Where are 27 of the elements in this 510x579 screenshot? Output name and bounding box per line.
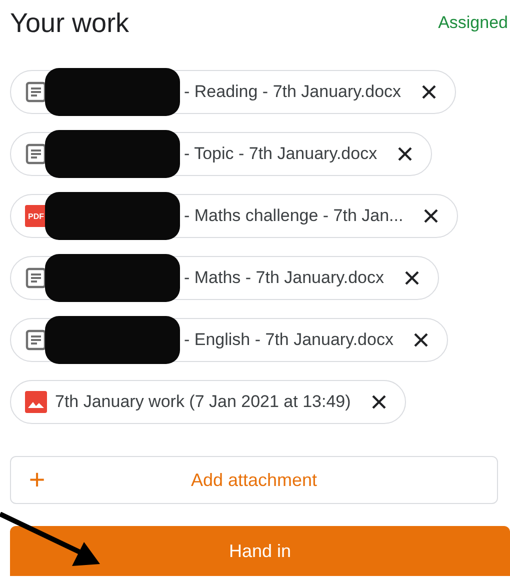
attachment-name: 7th January work (7 Jan 2021 at 13:49) bbox=[55, 392, 351, 412]
attachment-name: - Reading - 7th January.docx bbox=[184, 82, 402, 102]
document-icon bbox=[25, 143, 47, 165]
attachment-name: - Maths - 7th January.docx bbox=[184, 268, 384, 288]
close-icon[interactable] bbox=[421, 84, 438, 100]
attachment-chip[interactable]: PDF - Maths challenge - 7th Jan... bbox=[10, 194, 458, 238]
attachment-name: - Topic - 7th January.docx bbox=[184, 144, 378, 164]
close-icon[interactable] bbox=[404, 270, 420, 286]
attachment-chip[interactable]: - Topic - 7th January.docx bbox=[10, 132, 432, 176]
document-icon bbox=[25, 81, 47, 103]
document-icon bbox=[25, 267, 47, 289]
pdf-icon: PDF bbox=[25, 205, 47, 227]
close-icon[interactable] bbox=[423, 208, 440, 224]
attachment-name: - English - 7th January.docx bbox=[184, 330, 394, 350]
image-icon bbox=[25, 391, 47, 413]
status-label: Assigned bbox=[438, 13, 508, 33]
close-icon[interactable] bbox=[370, 394, 387, 410]
attachment-chip[interactable]: - Maths - 7th January.docx bbox=[10, 256, 439, 300]
attachment-chip[interactable]: - Reading - 7th January.docx bbox=[10, 70, 456, 114]
attachment-name: - Maths challenge - 7th Jan... bbox=[184, 206, 404, 226]
document-icon bbox=[25, 329, 47, 351]
page-title: Your work bbox=[10, 8, 130, 38]
attachment-chip[interactable]: 7th January work (7 Jan 2021 at 13:49) bbox=[10, 380, 406, 424]
plus-icon: + bbox=[25, 464, 49, 496]
close-icon[interactable] bbox=[413, 332, 430, 348]
attachment-chip[interactable]: - English - 7th January.docx bbox=[10, 318, 448, 362]
close-icon[interactable] bbox=[397, 146, 414, 162]
